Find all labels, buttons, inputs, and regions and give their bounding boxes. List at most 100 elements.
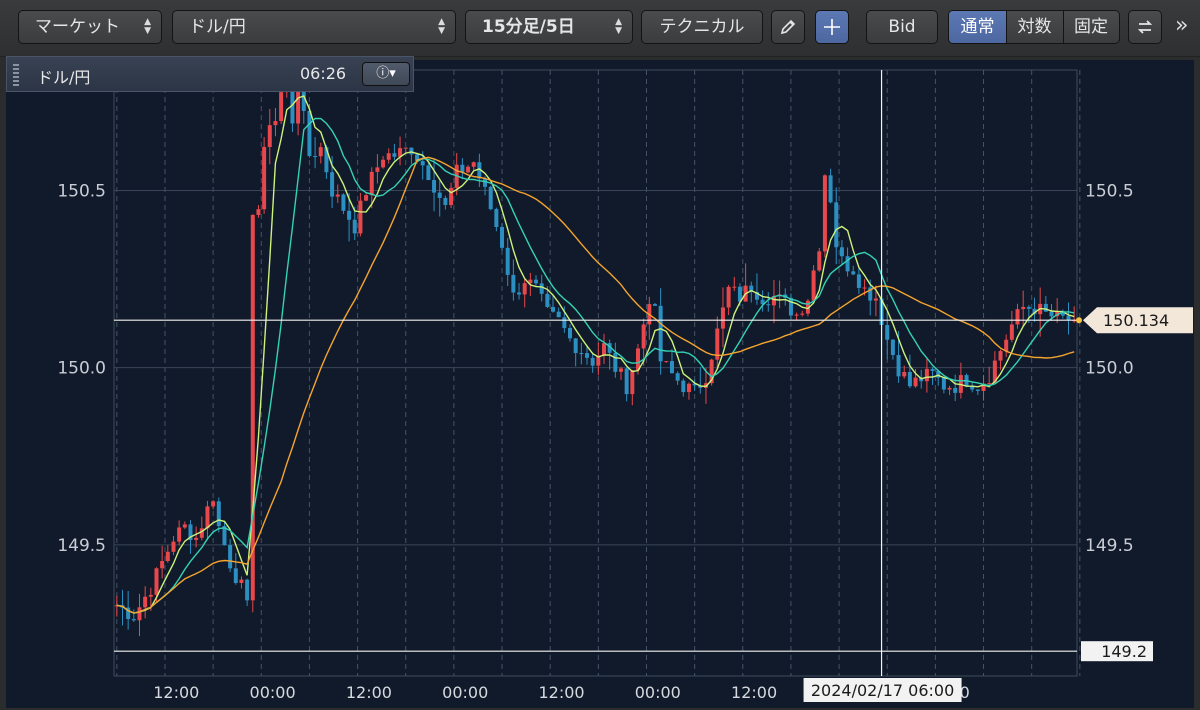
candle-body: [341, 194, 346, 211]
market-select-label: マーケット: [35, 17, 120, 37]
candle-body: [511, 274, 516, 293]
candle-body: [766, 304, 771, 306]
candle-body: [148, 594, 153, 597]
candle-body: [941, 377, 946, 390]
candle-body: [488, 186, 493, 210]
candle-body: [483, 178, 488, 187]
pair-select[interactable]: ドル/円 ▲ ▼: [172, 10, 456, 44]
candle-body: [953, 387, 958, 393]
candle-body: [182, 524, 187, 528]
candle-body: [245, 579, 250, 601]
scale-mode-normal[interactable]: 通常: [949, 11, 1007, 43]
pencil-icon: [780, 19, 796, 35]
candle-body: [924, 368, 929, 382]
candle-body: [828, 175, 833, 203]
candle-body: [171, 541, 176, 552]
candle-body: [137, 607, 142, 621]
candle-body: [403, 147, 408, 149]
moving-average-line: [116, 117, 1075, 614]
candle-body: [437, 192, 442, 198]
candle-body: [652, 304, 657, 306]
candle-body: [585, 353, 590, 358]
candle-body: [885, 324, 890, 340]
scale-mode-normal-label: 通常: [960, 17, 995, 37]
candle-body: [556, 311, 561, 318]
period-select[interactable]: 15分足/5日 ▲ ▼: [465, 10, 633, 44]
candle-body: [551, 306, 556, 312]
x-tick-label: 00:00: [250, 683, 296, 702]
candle-body: [686, 383, 691, 393]
candle-body: [466, 166, 471, 173]
crosshair-button[interactable]: [815, 10, 849, 44]
candle-body: [641, 324, 646, 349]
candle-body: [494, 209, 499, 228]
y-tick-label-right: 150.5: [1085, 181, 1134, 201]
chart-panel[interactable]: 149.5 149.5 150.0 150.0 150.5 150.5 12:00 00:00…: [6, 60, 1194, 708]
candle-body: [669, 361, 674, 374]
candle-body: [375, 167, 380, 172]
candle-body: [352, 219, 357, 234]
candle-body: [426, 165, 431, 181]
candle-body: [851, 271, 856, 275]
candle-body: [211, 501, 216, 507]
scale-mode-group: 通常 対数 固定: [948, 10, 1120, 44]
candle-body: [630, 370, 635, 395]
candle-body: [545, 293, 550, 307]
bid-button[interactable]: Bid: [866, 10, 938, 44]
candle-body: [420, 161, 425, 166]
candle-body: [1049, 311, 1054, 317]
candle-body: [890, 339, 895, 356]
candle-body: [131, 619, 136, 621]
candle-body: [562, 317, 567, 328]
candle-body: [1026, 306, 1031, 309]
drag-handle-icon[interactable]: [13, 64, 19, 86]
info-time-label: 06:26: [300, 64, 347, 83]
market-select[interactable]: マーケット ▲ ▼: [18, 10, 162, 44]
candle-body: [658, 305, 663, 362]
candle-body: [386, 153, 391, 160]
candle-body: [601, 343, 606, 356]
candle-body: [307, 111, 312, 157]
candle-body: [233, 568, 238, 583]
toolbar: マーケット ▲ ▼ ドル/円 ▲ ▼ 15分足/5日 ▲ ▼ テクニカル Bid 通常…: [0, 0, 1200, 57]
candle-body: [975, 389, 980, 391]
technical-button[interactable]: テクニカル: [641, 10, 763, 44]
technical-button-label: テクニカル: [659, 17, 745, 37]
more-icon[interactable]: »: [1175, 13, 1188, 38]
y-tick-label-left: 150.0: [57, 359, 106, 379]
price-chart[interactable]: 149.5 149.5 150.0 150.0 150.5 150.5 12:00 00:00…: [6, 60, 1194, 708]
candle-body: [590, 357, 595, 366]
candle-body: [250, 214, 255, 601]
candle-body: [335, 194, 340, 197]
candle-body: [392, 153, 397, 157]
candle-body: [1021, 306, 1026, 310]
candle-body: [811, 270, 816, 301]
updown-arrow-icon: ▲ ▼: [438, 17, 445, 36]
scale-mode-fixed[interactable]: 固定: [1063, 11, 1119, 43]
candle-body: [856, 274, 861, 288]
chart-info-bar: ドル/円 06:26 ⓘ▾: [6, 56, 414, 92]
scale-mode-log[interactable]: 対数: [1006, 11, 1064, 43]
candle-body: [534, 279, 539, 284]
candle-body: [409, 147, 414, 155]
candle-body: [987, 383, 992, 385]
scale-mode-fixed-label: 固定: [1074, 17, 1108, 37]
candle-body: [381, 159, 386, 168]
candle-body: [205, 506, 210, 529]
candle-body: [839, 247, 844, 257]
candle-body: [449, 187, 454, 206]
candle-body: [618, 368, 623, 372]
marker-price-label: 149.2: [1101, 642, 1147, 661]
candle-body: [160, 561, 165, 569]
candle-body: [443, 197, 448, 206]
y-tick-label-right: 150.0: [1085, 359, 1134, 379]
info-menu-button[interactable]: ⓘ▾: [362, 62, 410, 86]
y-tick-label-left: 150.5: [57, 181, 106, 201]
candle-body: [794, 314, 799, 316]
candle-body: [279, 92, 284, 122]
pair-select-label: ドル/円: [189, 17, 246, 37]
swap-button[interactable]: [1128, 10, 1162, 44]
candle-body: [947, 387, 952, 390]
candle-body: [834, 202, 839, 248]
pencil-button[interactable]: [771, 10, 805, 44]
